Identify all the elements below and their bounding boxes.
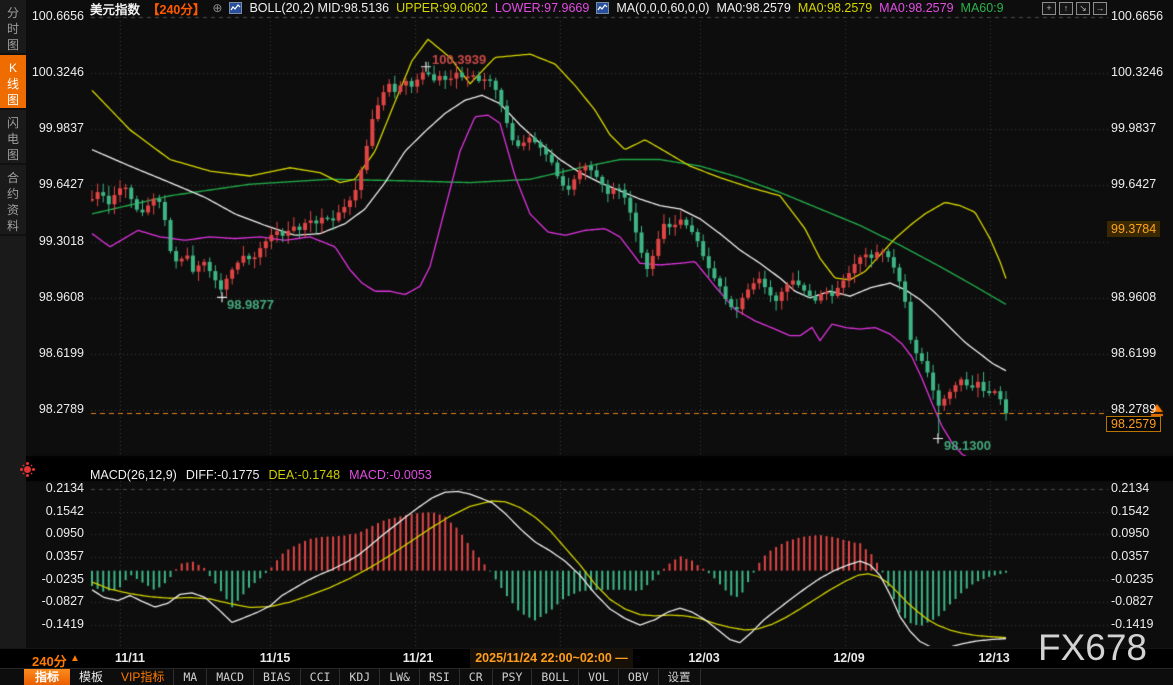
axis-tick-label: 99.3018 [28, 234, 84, 248]
axis-tick-label: 99.6427 [1111, 177, 1167, 191]
toolbar-item-MACD[interactable]: MACD [207, 669, 254, 685]
toolbar-item-VIP指标[interactable]: VIP指标 [112, 669, 174, 685]
axis-tick-label: 0.0357 [1111, 549, 1167, 563]
axis-tick-label: -0.1419 [28, 617, 84, 631]
boll-mini-chart-icon[interactable] [229, 2, 242, 14]
watermark: FX678 [1038, 627, 1147, 669]
toolbar-item-BOLL[interactable]: BOLL [532, 669, 579, 685]
time-axis-label: 12/09 [833, 651, 864, 665]
axis-tick-label: 0.0357 [28, 549, 84, 563]
axis-tick-label: 99.9837 [28, 121, 84, 135]
macd-macd-value: MACD:-0.0053 [349, 468, 432, 484]
axis-tick-label: -0.0235 [1111, 572, 1167, 586]
link-circle-icon[interactable]: ⊕ [212, 1, 222, 15]
macd-params-label: MACD(26,12,9) [90, 468, 177, 484]
axis-tick-label: 100.3246 [28, 65, 84, 79]
axis-tick-label: 100.6656 [1111, 9, 1167, 23]
time-axis-label: 11/21 [403, 651, 434, 665]
time-axis-label: 11/11 [115, 651, 145, 665]
toolbar-item-OBV[interactable]: OBV [619, 669, 659, 685]
macd-diff-value: DIFF:-0.1775 [186, 468, 260, 484]
sidebar-tab-1[interactable]: 分时图 [0, 0, 26, 55]
sidebar-tab-label: 合约资料 [6, 170, 20, 234]
toolbar-item-BIAS[interactable]: BIAS [254, 669, 301, 685]
time-axis-label: 12/13 [978, 651, 1009, 665]
toolbar-item-KDJ[interactable]: KDJ [340, 669, 380, 685]
time-axis-label: 11/15 [260, 651, 291, 665]
axis-tick-label: 0.2134 [28, 481, 84, 495]
toolbar-item-模板[interactable]: 模板 [70, 669, 112, 685]
axis-tick-label: 98.9608 [28, 290, 84, 304]
toolbar-item-LW&[interactable]: LW& [380, 669, 420, 685]
toolbar-item-设置[interactable]: 设置 [659, 669, 701, 685]
ma-mini-chart-icon[interactable] [596, 2, 609, 14]
macd-header: MACD(26,12,9) DIFF:-0.1775 DEA:-0.1748 M… [90, 468, 432, 484]
indicator-toolbar: 指标模板VIP指标MAMACDBIASCCIKDJLW&RSICRPSYBOLL… [0, 668, 1173, 685]
macd-dea-value: DEA:-0.1748 [268, 468, 340, 484]
axis-tick-label: 0.2134 [1111, 481, 1167, 495]
sidebar-tab-4[interactable]: 合约资料 [0, 165, 26, 236]
indicator-alert-icon[interactable] [24, 466, 31, 473]
toolbar-item-VOL[interactable]: VOL [579, 669, 619, 685]
axis-tick-label: 98.9608 [1111, 290, 1167, 304]
header-segment: 美元指数 [90, 0, 140, 18]
sidebar-tab-label: K线图 [6, 60, 20, 108]
axis-tick-label: 99.9837 [1111, 121, 1167, 135]
axis-tick-label: 98.2789 [1111, 402, 1167, 416]
sidebar-tab-3[interactable]: 闪电图 [0, 110, 26, 165]
sidebar-tab-label: 闪电图 [6, 115, 20, 163]
chart-window: 分时图 K线图闪电图合约资料 美元指数【240分】 ⊕ BOLL(20,2) MID:… [0, 0, 1173, 685]
toolbar-item-PSY[interactable]: PSY [493, 669, 533, 685]
axis-tick-label: 98.2789 [28, 402, 84, 416]
collapse-arrow-icon[interactable]: ▲ [70, 653, 80, 664]
sidebar-tab-label: 分时图 [6, 5, 20, 53]
axis-tick-label: -0.0235 [28, 572, 84, 586]
last-price-badge: 98.2579 [1106, 416, 1161, 432]
axis-tick-label: 0.0950 [28, 526, 84, 540]
header-segment: MA(0,0,0,60,0,0) [616, 1, 709, 15]
header-segment: LOWER:97.9669 [495, 1, 590, 15]
axis-tick-label: 99.6427 [28, 177, 84, 191]
pane-up-icon[interactable]: ↑ [1059, 2, 1073, 15]
axis-tick-label: 98.6199 [28, 346, 84, 360]
axis-tick-label: 0.0950 [1111, 526, 1167, 540]
header-segment: MA0:98.2579 [879, 1, 953, 15]
axis-tick-label: 0.1542 [1111, 504, 1167, 518]
axis-tick-label: 98.6199 [1111, 346, 1167, 360]
header-segment: MA60:9 [961, 1, 1004, 15]
toolbar-item-指标[interactable]: 指标 [24, 669, 70, 685]
toolbar-item-CR[interactable]: CR [460, 669, 493, 685]
pane-right-icon[interactable]: → [1093, 2, 1107, 15]
axis-tick-label: 0.1542 [28, 504, 84, 518]
header-segment: MA0:98.2579 [716, 1, 790, 15]
pane-down-icon[interactable]: ↘ [1076, 2, 1090, 15]
toolbar-item-RSI[interactable]: RSI [420, 669, 460, 685]
sidebar-tab-2[interactable]: K线图 [0, 55, 26, 110]
move-icon[interactable]: + [1042, 2, 1056, 15]
chart-header: 美元指数【240分】 ⊕ BOLL(20,2) MID:98.5136 UPPER:9… [90, 0, 1004, 16]
toolbar-item-CCI[interactable]: CCI [301, 669, 341, 685]
toolbar-item-MA[interactable]: MA [174, 669, 207, 685]
time-axis-label: 12/03 [688, 651, 719, 665]
header-segment: MA0:98.2579 [798, 1, 872, 15]
header-segment: BOLL(20,2) MID:98.5136 [249, 1, 389, 15]
price-marker-badge: 99.3784 [1107, 221, 1160, 237]
price-chart-canvas[interactable] [0, 0, 1173, 685]
chart-tool-icons: +↑↘→ [1042, 2, 1107, 15]
axis-tick-label: -0.0827 [28, 594, 84, 608]
axis-tick-label: 100.3246 [1111, 65, 1167, 79]
axis-tick-label: 100.6656 [28, 9, 84, 23]
sidebar: 分时图 K线图闪电图合约资料 [0, 0, 26, 648]
axis-tick-label: -0.0827 [1111, 594, 1167, 608]
header-segment: 【240分】 [147, 0, 205, 18]
crosshair-date-badge: 2025/11/24 22:00~02:00 — [470, 649, 633, 668]
time-axis-row: 240分 ▲ 2025/11/24 22:00~02:00 — 11/1111/… [0, 648, 1173, 668]
header-segment: UPPER:99.0602 [396, 1, 488, 15]
